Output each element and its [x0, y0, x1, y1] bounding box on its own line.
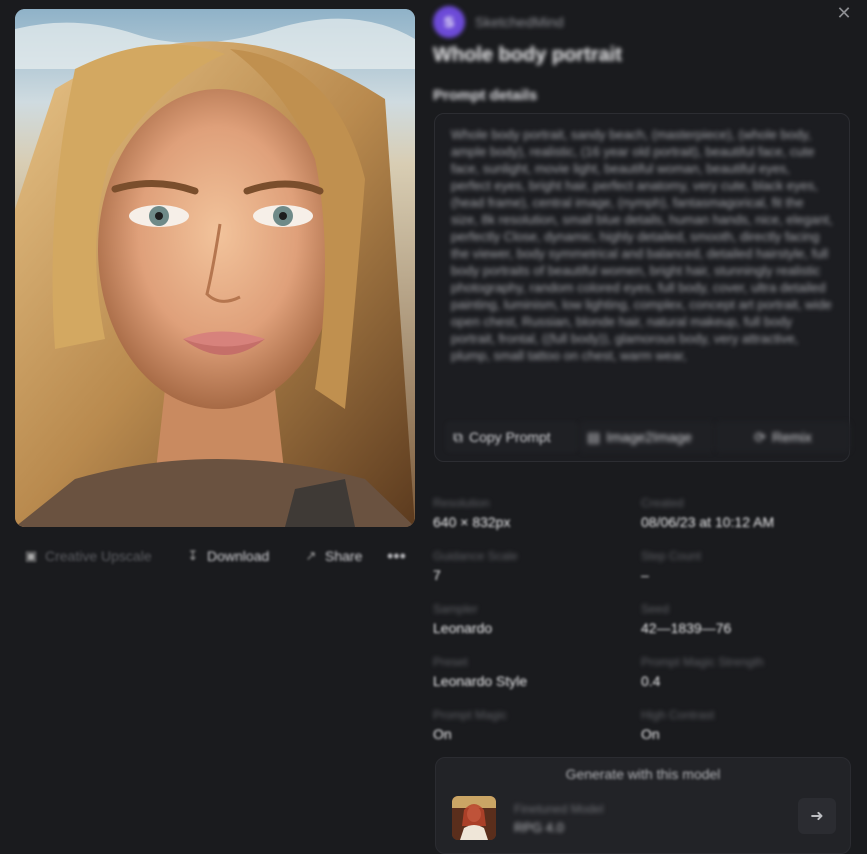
meta-step-count: Step Count –	[641, 549, 841, 583]
meta-value: On	[433, 726, 452, 742]
close-icon[interactable]: ✕	[833, 2, 855, 24]
remix-label: Remix	[772, 429, 812, 445]
meta-label: Guidance Scale	[433, 549, 518, 563]
copy-prompt-button[interactable]: ⧉ Copy Prompt	[445, 421, 579, 453]
meta-label: Seed	[641, 602, 670, 616]
model-kind: Finetuned Model	[514, 802, 604, 816]
portrait-image	[15, 9, 415, 527]
share-label: Share	[325, 548, 363, 564]
download-label: Download	[207, 548, 270, 564]
meta-preset: Preset Leonardo Style	[433, 655, 633, 689]
more-options-button[interactable]: •••	[387, 542, 406, 570]
meta-high-contrast: High Contrast On	[641, 708, 841, 742]
model-thumbnail	[452, 796, 496, 840]
more-icon: •••	[387, 545, 406, 566]
image-icon: ▤	[587, 428, 601, 445]
image2image-button[interactable]: ▤ Image2Image	[579, 421, 715, 453]
prompt-actions: ⧉ Copy Prompt ▤ Image2Image ⟳ Remix	[445, 421, 851, 453]
copy-icon: ⧉	[453, 428, 463, 445]
share-icon: ↗	[305, 548, 317, 563]
meta-prompt-magic: Prompt Magic On	[433, 708, 633, 742]
model-name: RPG 4.0	[514, 820, 564, 835]
meta-value: 08/06/23 at 10:12 AM	[641, 514, 775, 530]
page-title: Whole body portrait	[433, 44, 622, 66]
remix-icon: ⟳	[754, 428, 767, 445]
meta-value: 7	[433, 567, 441, 583]
meta-label: Sampler	[433, 602, 478, 616]
download-button[interactable]: ↧ Download	[185, 542, 270, 570]
meta-label: Resolution	[433, 496, 490, 510]
meta-value: Leonardo	[433, 620, 493, 636]
image2image-label: Image2Image	[606, 429, 692, 445]
generate-with-model-card: Generate with this model Finetuned Model…	[435, 757, 851, 854]
creative-upscale-button[interactable]: ▣ Creative Upscale	[23, 542, 152, 570]
meta-value: 640 × 832px	[433, 514, 511, 530]
meta-label: Created	[641, 496, 684, 510]
meta-prompt-magic-strength: Prompt Magic Strength 0.4	[641, 655, 841, 689]
generate-title: Generate with this model	[565, 766, 721, 782]
meta-value: Leonardo Style	[433, 673, 528, 689]
generate-go-button[interactable]: ➜	[798, 798, 836, 834]
upscale-icon: ▣	[24, 548, 38, 563]
model-row[interactable]: Finetuned Model RPG 4.0 ➜	[448, 794, 840, 840]
avatar: S	[433, 6, 465, 38]
username: SketchedMind	[475, 14, 564, 30]
image-actions: ▣ Creative Upscale ↧ Download ↗ Share ••…	[15, 542, 415, 572]
meta-seed: Seed 42—1839—76	[641, 602, 841, 636]
copy-prompt-label: Copy Prompt	[469, 429, 551, 445]
generated-image[interactable]	[15, 9, 415, 527]
meta-sampler: Sampler Leonardo	[433, 602, 633, 636]
prompt-heading: Prompt details	[433, 87, 538, 104]
remix-button[interactable]: ⟳ Remix	[715, 421, 851, 453]
meta-value: –	[641, 567, 649, 583]
prompt-box: Whole body portrait, sandy beach, (maste…	[434, 113, 851, 462]
author-row[interactable]: S SketchedMind	[433, 6, 564, 38]
meta-guidance-scale: Guidance Scale 7	[433, 549, 633, 583]
meta-label: Prompt Magic Strength	[641, 655, 764, 669]
download-icon: ↧	[187, 548, 199, 563]
share-button[interactable]: ↗ Share	[303, 542, 363, 570]
meta-label: Preset	[433, 655, 468, 669]
creative-upscale-label: Creative Upscale	[45, 548, 152, 564]
arrow-right-icon: ➜	[810, 808, 824, 825]
meta-label: Prompt Magic	[433, 708, 508, 722]
prompt-text: Whole body portrait, sandy beach, (maste…	[451, 127, 833, 363]
meta-value: On	[641, 726, 660, 742]
meta-value: 42—1839—76	[641, 620, 732, 636]
meta-resolution: Resolution 640 × 832px	[433, 496, 633, 530]
meta-value: 0.4	[641, 673, 661, 689]
meta-label: High Contrast	[641, 708, 715, 722]
meta-label: Step Count	[641, 549, 702, 563]
meta-created: Created 08/06/23 at 10:12 AM	[641, 496, 841, 530]
